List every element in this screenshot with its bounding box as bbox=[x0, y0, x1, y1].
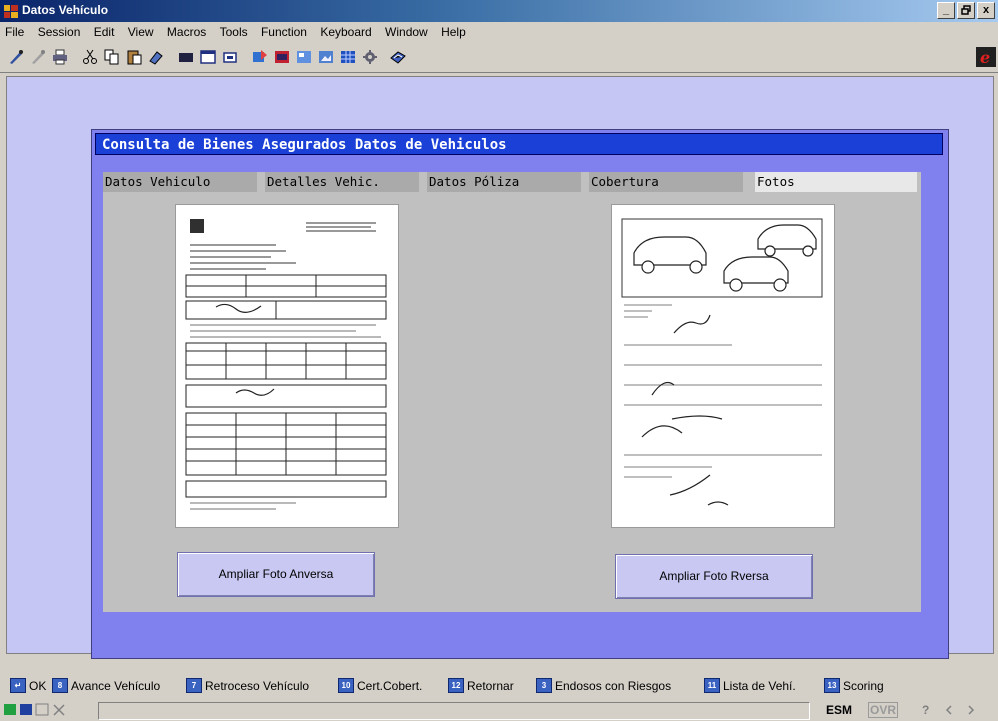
fk-cert-cobert[interactable]: 10 Cert.Cobert. bbox=[338, 678, 422, 693]
send-icon[interactable] bbox=[252, 49, 268, 65]
status-bar: ESM OVR ? bbox=[0, 699, 998, 721]
copy-icon[interactable] bbox=[104, 49, 120, 65]
connected-icon bbox=[4, 704, 16, 715]
tab-strip: Datos Vehiculo Detalles Vehic. Datos Pól… bbox=[103, 172, 921, 192]
paste-icon[interactable] bbox=[126, 49, 142, 65]
fk-label: Retroceso Vehículo bbox=[205, 678, 310, 693]
fk-label: Lista de Vehí. bbox=[723, 678, 796, 693]
cancel-icon bbox=[53, 704, 65, 716]
disconnect-icon[interactable] bbox=[30, 49, 46, 65]
status-help[interactable]: ? bbox=[922, 703, 929, 717]
fk-label: Cert.Cobert. bbox=[357, 678, 423, 693]
window-icon[interactable] bbox=[200, 49, 216, 65]
panel-content: Datos Vehiculo Detalles Vehic. Datos Pól… bbox=[103, 172, 921, 612]
print-icon[interactable] bbox=[52, 49, 68, 65]
pf13-key-icon: 13 bbox=[824, 678, 840, 693]
pf11-key-icon: 11 bbox=[704, 678, 720, 693]
window-small-icon[interactable] bbox=[222, 49, 238, 65]
scroll-left-icon[interactable] bbox=[944, 705, 954, 715]
menu-edit[interactable]: Edit bbox=[89, 22, 120, 42]
receive-icon[interactable] bbox=[274, 49, 290, 65]
toolbar: e bbox=[0, 42, 998, 73]
client-area: Consulta de Bienes Asegurados Datos de V… bbox=[6, 76, 994, 659]
tab-datos-vehiculo[interactable]: Datos Vehiculo bbox=[103, 172, 261, 192]
fk-retornar[interactable]: 12 Retornar bbox=[448, 678, 514, 693]
menu-help[interactable]: Help bbox=[436, 22, 471, 42]
enter-key-icon: ↵ bbox=[10, 678, 26, 693]
app-icon bbox=[4, 5, 18, 18]
fk-ok[interactable]: ↵ OK bbox=[10, 678, 46, 693]
pf12-key-icon: 12 bbox=[448, 678, 464, 693]
enlarge-back-photo-button[interactable]: Ampliar Foto Rversa bbox=[615, 554, 813, 599]
pf7-key-icon: 7 bbox=[186, 678, 202, 693]
vehicle-query-panel: Consulta de Bienes Asegurados Datos de V… bbox=[91, 129, 949, 659]
transfer-icon[interactable] bbox=[296, 49, 312, 65]
pf10-key-icon: 10 bbox=[338, 678, 354, 693]
menu-function[interactable]: Function bbox=[256, 22, 312, 42]
screen-icon[interactable] bbox=[178, 49, 194, 65]
status-icons bbox=[4, 703, 65, 716]
menu-file[interactable]: File bbox=[0, 22, 29, 42]
tab-fotos[interactable]: Fotos bbox=[755, 172, 917, 192]
pf3-key-icon: 3 bbox=[536, 678, 552, 693]
brand-logo-icon: e bbox=[976, 47, 996, 67]
scroll-right-icon[interactable] bbox=[966, 705, 976, 715]
eraser-icon[interactable] bbox=[148, 49, 164, 65]
tab-datos-poliza[interactable]: Datos Póliza bbox=[427, 172, 585, 192]
restore-button[interactable] bbox=[957, 2, 975, 19]
cut-icon[interactable] bbox=[82, 49, 98, 65]
fk-lista-de-vehi[interactable]: 11 Lista de Vehí. bbox=[704, 678, 796, 693]
status-message-field bbox=[98, 702, 810, 720]
menu-view[interactable]: View bbox=[123, 22, 159, 42]
connect-icon[interactable] bbox=[8, 49, 24, 65]
window-title: Datos Vehículo bbox=[22, 3, 109, 17]
svg-text:e: e bbox=[980, 48, 990, 67]
lock-icon bbox=[35, 703, 49, 716]
settings-icon[interactable] bbox=[362, 49, 378, 65]
photo-front bbox=[175, 204, 399, 528]
fk-label: Retornar bbox=[467, 678, 514, 693]
fk-label: Endosos con Riesgos bbox=[555, 678, 672, 693]
grid-icon[interactable] bbox=[340, 49, 356, 65]
window-titlebar[interactable]: Datos Vehículo _ x bbox=[0, 0, 998, 22]
minimize-button[interactable]: _ bbox=[937, 2, 955, 19]
tab-detalles-vehic[interactable]: Detalles Vehic. bbox=[265, 172, 423, 192]
menu-macros[interactable]: Macros bbox=[162, 22, 211, 42]
status-ovr: OVR bbox=[868, 702, 899, 718]
panel-title: Consulta de Bienes Asegurados Datos de V… bbox=[95, 133, 943, 155]
image-icon[interactable] bbox=[318, 49, 334, 65]
tab-cobertura[interactable]: Cobertura bbox=[589, 172, 747, 192]
fk-label: OK bbox=[29, 678, 47, 693]
enlarge-front-photo-button[interactable]: Ampliar Foto Anversa bbox=[177, 552, 375, 597]
fk-avance-vehiculo[interactable]: 8 Avance Vehículo bbox=[52, 678, 160, 693]
fk-retroceso-vehiculo[interactable]: 7 Retroceso Vehículo bbox=[186, 678, 309, 693]
menu-window[interactable]: Window bbox=[380, 22, 433, 42]
function-key-bar: ↵ OK 8 Avance Vehículo 7 Retroceso Vehículo… bbox=[0, 674, 998, 696]
photo-back bbox=[611, 204, 835, 528]
fk-label: Avance Vehículo bbox=[71, 678, 161, 693]
menu-tools[interactable]: Tools bbox=[215, 22, 253, 42]
restore-icon bbox=[961, 5, 971, 15]
session-icon bbox=[20, 704, 32, 715]
close-button[interactable]: x bbox=[977, 2, 995, 19]
fk-endosos-con-riesgos[interactable]: 3 Endosos con Riesgos bbox=[536, 678, 671, 693]
menu-keyboard[interactable]: Keyboard bbox=[315, 22, 376, 42]
menu-session[interactable]: Session bbox=[33, 22, 86, 42]
fk-label: Scoring bbox=[843, 678, 884, 693]
status-mode: ESM bbox=[826, 703, 853, 717]
macro-icon[interactable] bbox=[390, 49, 406, 65]
fk-scoring[interactable]: 13 Scoring bbox=[824, 678, 884, 693]
menu-bar: File Session Edit View Macros Tools Func… bbox=[0, 22, 998, 42]
pf8-key-icon: 8 bbox=[52, 678, 68, 693]
